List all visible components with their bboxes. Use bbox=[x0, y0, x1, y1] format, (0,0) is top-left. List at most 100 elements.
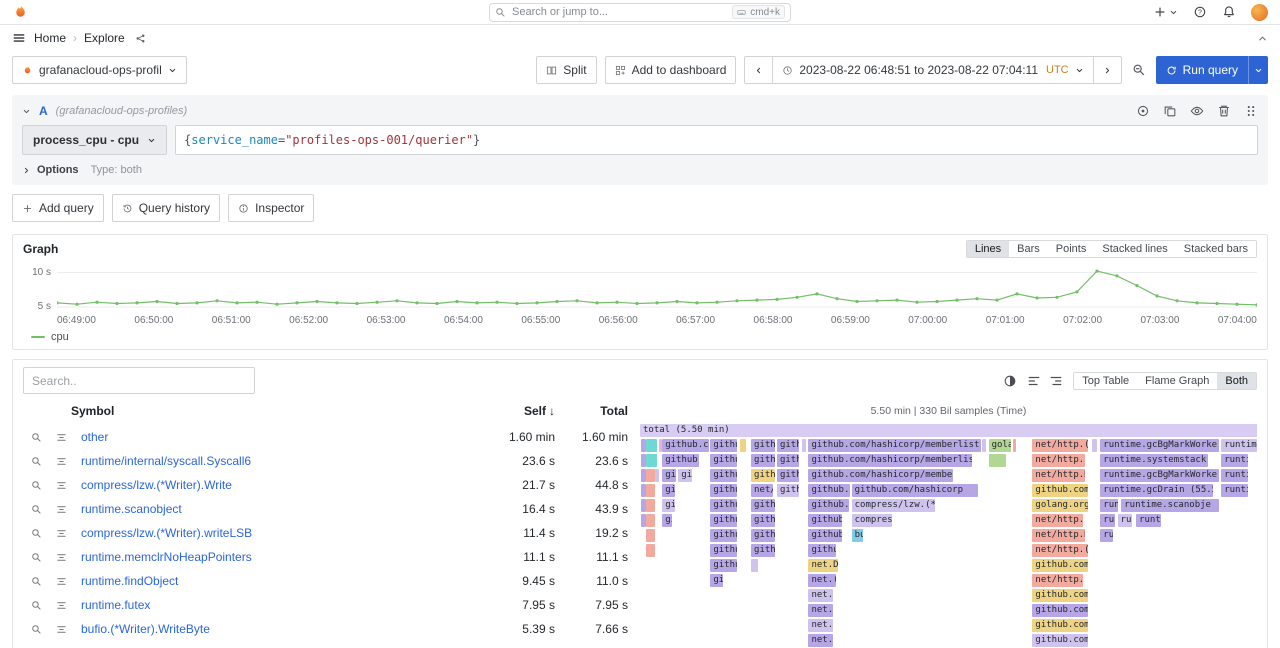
search-symbol-icon[interactable] bbox=[31, 454, 45, 468]
flame-block[interactable]: githu bbox=[751, 469, 775, 482]
flame-block[interactable]: github.cc bbox=[808, 484, 850, 497]
flame-block[interactable]: github bbox=[808, 544, 836, 557]
flame-block[interactable]: net/http.Han bbox=[1032, 469, 1085, 482]
new-menu-button[interactable] bbox=[1153, 5, 1178, 19]
duplicate-query-button[interactable] bbox=[1163, 104, 1177, 118]
drag-query-handle[interactable] bbox=[1244, 104, 1258, 118]
sandwich-view-icon[interactable] bbox=[56, 454, 70, 468]
flame-block[interactable]: github.com/hashicorp/memberli bbox=[808, 469, 953, 482]
hide-response-button[interactable] bbox=[1190, 104, 1204, 118]
toggle-stacked-bars[interactable]: Stacked bars bbox=[1176, 241, 1256, 257]
flame-block[interactable]: github.com/hashicorp bbox=[852, 484, 978, 497]
flame-block[interactable]: run bbox=[1100, 499, 1117, 512]
flame-block[interactable]: net/h bbox=[751, 484, 773, 497]
toggle-points[interactable]: Points bbox=[1048, 241, 1095, 257]
run-query-button[interactable]: Run query bbox=[1156, 56, 1248, 84]
flame-block[interactable]: github.com/g bbox=[1032, 484, 1088, 497]
flame-block[interactable] bbox=[989, 454, 1006, 467]
sandwich-view-icon[interactable] bbox=[56, 622, 70, 636]
symbol-link[interactable]: runtime.memclrNoHeapPointers bbox=[81, 550, 470, 564]
user-avatar[interactable] bbox=[1251, 4, 1268, 21]
flame-block[interactable] bbox=[646, 514, 655, 527]
sandwich-view-icon[interactable] bbox=[56, 526, 70, 540]
flame-block[interactable]: run bbox=[1118, 514, 1133, 527]
flame-block[interactable]: git bbox=[662, 499, 674, 512]
search-symbol-icon[interactable] bbox=[31, 598, 45, 612]
flame-block[interactable]: githu bbox=[751, 514, 775, 527]
flame-block[interactable]: github.cc bbox=[662, 439, 709, 452]
run-query-options-button[interactable] bbox=[1248, 56, 1268, 84]
flame-block[interactable]: net.( bbox=[808, 589, 833, 602]
flame-block[interactable] bbox=[641, 484, 645, 497]
flame-block[interactable]: githu bbox=[751, 439, 775, 452]
breadcrumb-explore[interactable]: Explore bbox=[84, 31, 125, 45]
flame-block[interactable]: runti bbox=[1221, 484, 1248, 497]
symbol-link[interactable]: other bbox=[81, 430, 470, 444]
flame-block[interactable]: github.com/s bbox=[1032, 604, 1088, 617]
flame-block[interactable]: bu bbox=[852, 529, 863, 542]
time-range-button[interactable]: 2023-08-22 06:48:51 to 2023-08-22 07:04:… bbox=[772, 56, 1093, 84]
inspector-button[interactable]: Inspector bbox=[228, 194, 314, 222]
flame-block[interactable]: net/http.ser bbox=[1032, 454, 1085, 467]
flame-block[interactable]: github. bbox=[662, 454, 699, 467]
toggle-lines[interactable]: Lines bbox=[967, 241, 1009, 257]
toggle-flame-graph[interactable]: Flame Graph bbox=[1137, 373, 1217, 389]
search-symbol-icon[interactable] bbox=[31, 526, 45, 540]
flame-block[interactable]: githu bbox=[710, 544, 737, 557]
zoom-out-button[interactable] bbox=[1130, 56, 1148, 84]
remove-query-button[interactable] bbox=[1217, 104, 1231, 118]
flame-block[interactable]: githu bbox=[710, 439, 737, 452]
sandwich-view-icon[interactable] bbox=[56, 478, 70, 492]
cpu-chart[interactable]: 10 s 5 s 06:49:0006:50:0006:51:0006:52:0… bbox=[23, 263, 1257, 326]
share-button[interactable] bbox=[135, 33, 146, 44]
flame-block[interactable]: github.c bbox=[808, 529, 842, 542]
search-symbol-icon[interactable] bbox=[31, 502, 45, 516]
flame-block[interactable] bbox=[641, 454, 645, 467]
flame-block[interactable]: githu bbox=[777, 454, 799, 467]
query-status-button[interactable] bbox=[1136, 104, 1150, 118]
flame-block[interactable]: githu bbox=[710, 484, 737, 497]
flame-block[interactable]: runtime.gcBgMarkWorke bbox=[1100, 439, 1218, 452]
flame-block[interactable] bbox=[982, 439, 986, 452]
flame-block[interactable]: runti bbox=[1221, 454, 1248, 467]
grafana-logo[interactable] bbox=[12, 4, 29, 21]
symbol-link[interactable]: runtime.futex bbox=[81, 598, 470, 612]
sandwich-view-icon[interactable] bbox=[56, 550, 70, 564]
flame-block[interactable]: net.(* bbox=[808, 574, 835, 587]
flame-block[interactable]: githu bbox=[777, 484, 799, 497]
flame-block[interactable] bbox=[641, 499, 645, 512]
flame-block[interactable]: githu bbox=[710, 514, 737, 527]
search-symbol-icon[interactable] bbox=[31, 550, 45, 564]
flame-block[interactable]: total (5.50 min) bbox=[640, 424, 1257, 437]
flame-block[interactable]: githu bbox=[710, 529, 737, 542]
symbol-search-input[interactable] bbox=[23, 367, 255, 394]
search-symbol-icon[interactable] bbox=[31, 574, 45, 588]
flame-block[interactable]: git bbox=[678, 469, 692, 482]
flame-block[interactable]: github.com/g bbox=[1032, 619, 1088, 632]
flame-block[interactable] bbox=[646, 439, 657, 452]
label-selector-input[interactable]: {service_name="profiles-ops-001/querier"… bbox=[175, 125, 1258, 155]
flame-block[interactable]: github.com/g bbox=[1032, 559, 1088, 572]
time-shift-back-button[interactable] bbox=[744, 56, 773, 84]
align-right-button[interactable] bbox=[1049, 374, 1063, 388]
flame-block[interactable]: githu bbox=[710, 469, 737, 482]
flame-block[interactable]: net.( bbox=[808, 604, 833, 617]
chart-legend[interactable]: cpu bbox=[31, 331, 1257, 343]
query-history-button[interactable]: Query history bbox=[112, 194, 220, 222]
color-scheme-button[interactable] bbox=[1003, 374, 1017, 388]
flame-block[interactable] bbox=[655, 469, 658, 482]
add-to-dashboard-button[interactable]: Add to dashboard bbox=[605, 56, 737, 84]
flame-block[interactable]: github.co bbox=[808, 499, 848, 512]
symbol-link[interactable]: runtime/internal/syscall.Syscall6 bbox=[81, 454, 470, 468]
flame-block[interactable]: runtime.gcDrain (55.5 bbox=[1100, 484, 1213, 497]
symbol-link[interactable]: runtime.findObject bbox=[81, 574, 470, 588]
help-button[interactable]: ? bbox=[1193, 5, 1207, 19]
notifications-button[interactable] bbox=[1222, 5, 1236, 19]
flame-block[interactable] bbox=[646, 454, 657, 467]
sandwich-view-icon[interactable] bbox=[56, 502, 70, 516]
search-symbol-icon[interactable] bbox=[31, 478, 45, 492]
toggle-both[interactable]: Both bbox=[1217, 373, 1256, 389]
flame-block[interactable]: github.com/g bbox=[1032, 634, 1088, 647]
flame-block[interactable]: net/http.(*c bbox=[1032, 544, 1088, 557]
search-symbol-icon[interactable] bbox=[31, 430, 45, 444]
